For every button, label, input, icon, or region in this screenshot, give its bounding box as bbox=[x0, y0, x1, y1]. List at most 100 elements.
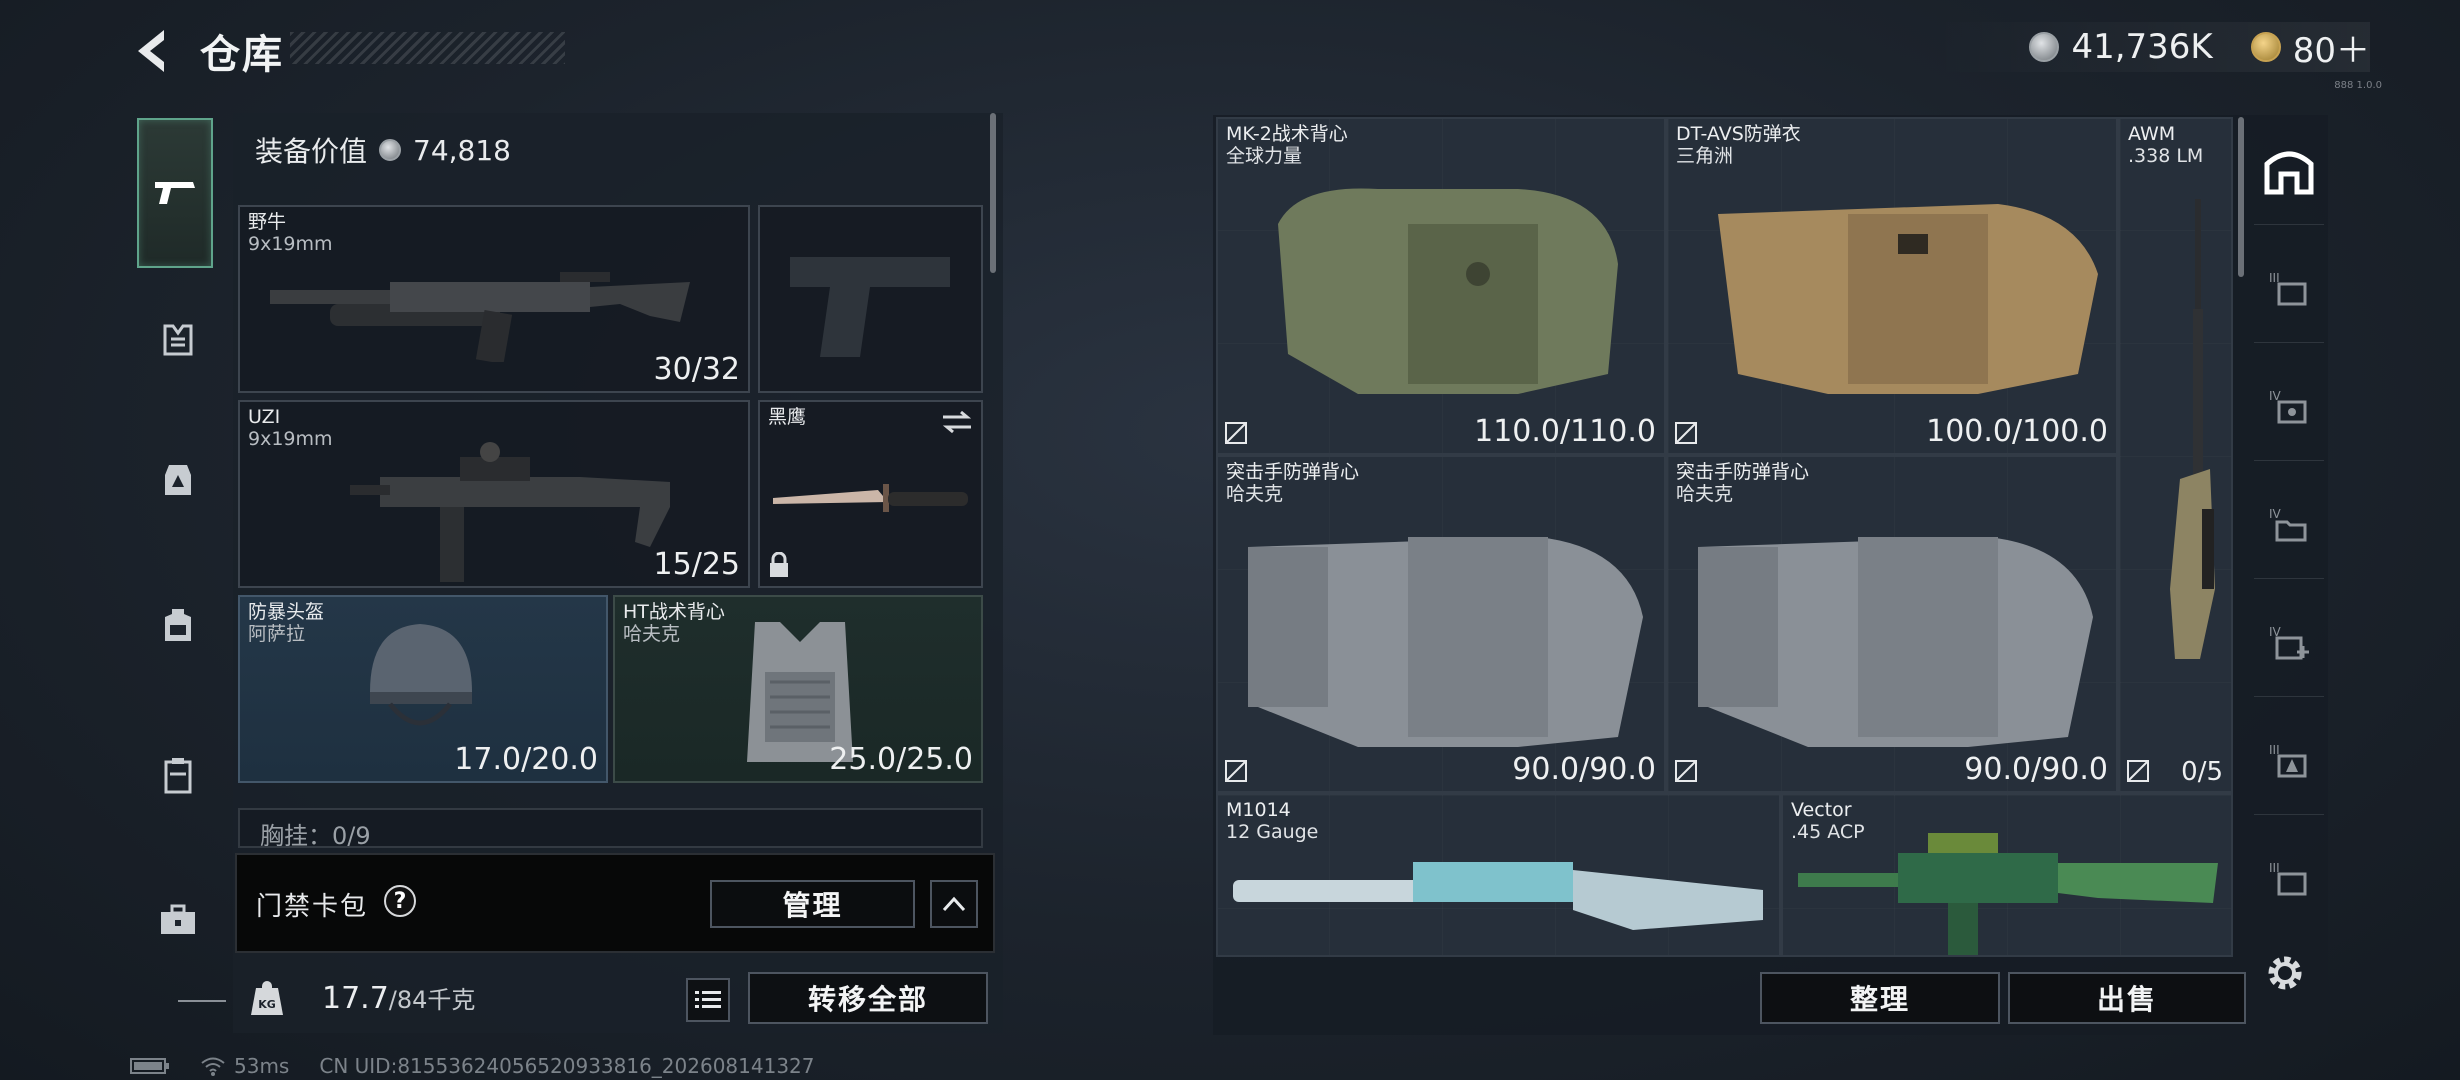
storage-tier-iii-rig-icon: III bbox=[2269, 743, 2307, 777]
storage-tier-iv-medical-icon: IV bbox=[2269, 625, 2309, 659]
tab-all[interactable] bbox=[2254, 115, 2324, 225]
knife-image bbox=[773, 484, 968, 512]
silver-coin-icon bbox=[2029, 32, 2060, 62]
storage-tier-iv-icon: IV bbox=[2269, 389, 2307, 423]
nav-armor[interactable] bbox=[143, 305, 213, 375]
item-name: DT-AVS防弹衣 bbox=[1676, 123, 1801, 145]
page-title: 仓库 bbox=[200, 32, 284, 78]
storage-item[interactable]: 突击手防弹背心 哈夫克 90.0/90.0 bbox=[1216, 455, 1666, 793]
nav-divider bbox=[178, 1000, 226, 1002]
uid: CN UID:81553624056520933816_202608141327 bbox=[319, 1054, 815, 1078]
armor-slot[interactable]: HT战术背心 哈夫克 25.0/25.0 bbox=[613, 595, 983, 783]
lock-icon bbox=[770, 552, 788, 577]
vector-smg-image bbox=[1798, 833, 2218, 955]
list-icon bbox=[695, 991, 721, 1008]
chevron-up-icon bbox=[942, 896, 966, 912]
storage-tier-iii-icon: III bbox=[2269, 271, 2307, 305]
rig-icon bbox=[165, 465, 191, 495]
backpack-icon bbox=[165, 609, 191, 641]
tab-storage-iv-b[interactable]: IV bbox=[2254, 469, 2324, 579]
weight-icon: KG bbox=[251, 981, 283, 1015]
list-view-button[interactable] bbox=[686, 978, 730, 1022]
secondary-weapon-caliber: 9x19mm bbox=[248, 428, 333, 450]
item-durability: 0/5 bbox=[2181, 757, 2223, 787]
back-arrow-icon[interactable] bbox=[128, 26, 178, 76]
storage-item[interactable]: 突击手防弹背心 哈夫克 90.0/90.0 bbox=[1666, 455, 2118, 793]
item-durability: 90.0/90.0 bbox=[1964, 752, 2108, 787]
storage-item[interactable]: AWM .338 LM 0/5 bbox=[2118, 117, 2233, 793]
battery-icon bbox=[130, 1058, 169, 1074]
nav-case[interactable] bbox=[143, 740, 213, 810]
item-name: 突击手防弹背心 bbox=[1676, 461, 1810, 483]
item-brand: 哈夫克 bbox=[1226, 483, 1284, 505]
swap-icon[interactable] bbox=[941, 410, 973, 434]
vest-image bbox=[1278, 188, 1618, 394]
pistol-placeholder-icon bbox=[790, 257, 950, 357]
nav-weapons[interactable] bbox=[137, 118, 213, 268]
armor-name: HT战术背心 bbox=[623, 601, 725, 623]
storage-item[interactable]: MK-2战术背心 全球力量 110.0/110.0 bbox=[1216, 117, 1666, 455]
tab-storage-iv-a[interactable]: IV bbox=[2254, 351, 2324, 461]
manage-button[interactable]: 管理 bbox=[710, 880, 915, 928]
nav-rig[interactable] bbox=[143, 445, 213, 515]
home-storage-icon bbox=[2264, 151, 2314, 194]
sort-button[interactable]: 整理 bbox=[1760, 972, 2000, 1024]
item-name: Vector bbox=[1791, 799, 1852, 821]
tab-storage-iii-a[interactable]: III bbox=[2254, 233, 2324, 343]
item-brand: .338 LM bbox=[2128, 145, 2204, 167]
tab-storage-iii-b[interactable]: III bbox=[2254, 705, 2324, 815]
sell-button[interactable]: 出售 bbox=[2008, 972, 2246, 1024]
secondary-weapon-ammo: 15/25 bbox=[653, 547, 740, 582]
item-name: AWM bbox=[2128, 123, 2176, 145]
item-durability: 110.0/110.0 bbox=[1474, 414, 1656, 449]
primary-weapon-slot[interactable]: 野牛 9x19mm 30/32 bbox=[238, 205, 750, 393]
no-insurance-icon bbox=[1225, 422, 1247, 444]
transfer-all-button[interactable]: 转移全部 bbox=[748, 972, 988, 1024]
storage-tabs: III IV IV IV III III bbox=[2250, 115, 2328, 965]
tab-storage-iv-c[interactable]: IV bbox=[2254, 587, 2324, 697]
storage-item[interactable]: DT-AVS防弹衣 三角洲 100.0/100.0 bbox=[1666, 117, 2118, 455]
help-icon[interactable]: ? bbox=[384, 885, 416, 917]
expand-button[interactable] bbox=[930, 880, 978, 928]
chest-hang-row[interactable]: 胸挂：0/9 bbox=[238, 808, 983, 848]
gold-amount[interactable]: 80＋ bbox=[2293, 23, 2370, 72]
gold-coin-icon bbox=[2250, 32, 2281, 62]
helmet-durability: 17.0/20.0 bbox=[454, 742, 598, 777]
nav-backpack[interactable] bbox=[143, 590, 213, 660]
pistol-slot[interactable] bbox=[758, 205, 983, 393]
tab-storage-iii-c[interactable]: III bbox=[2254, 823, 2324, 933]
nav-toolbox[interactable] bbox=[143, 885, 213, 955]
storage-scrollbar[interactable] bbox=[2238, 117, 2244, 277]
storage-tier-iv-folder-icon: IV bbox=[2269, 507, 2307, 541]
armor-durability: 25.0/25.0 bbox=[829, 742, 973, 777]
status-bar: 53ms CN UID:81553624056520933816_2026081… bbox=[130, 1054, 815, 1078]
no-insurance-icon bbox=[2127, 760, 2149, 782]
vest-image bbox=[1248, 537, 1643, 747]
helmet-name: 防暴头盔 bbox=[248, 601, 325, 623]
toolbox-icon bbox=[161, 904, 195, 934]
melee-slot[interactable]: 黑鹰 bbox=[758, 400, 983, 588]
no-insurance-icon bbox=[1675, 760, 1697, 782]
gear-icon[interactable] bbox=[2262, 950, 2308, 996]
uzi-image bbox=[350, 442, 670, 582]
melee-name: 黑鹰 bbox=[768, 406, 807, 428]
item-brand: 三角洲 bbox=[1676, 145, 1734, 167]
storage-item[interactable]: Vector .45 ACP bbox=[1781, 793, 2233, 957]
no-insurance-icon bbox=[1225, 760, 1247, 782]
equipment-scrollbar[interactable] bbox=[990, 113, 996, 273]
version-tag: 888 1.0.0 bbox=[2334, 80, 2382, 91]
silver-amount: 41,736K bbox=[2071, 27, 2213, 67]
title-stripe bbox=[290, 32, 565, 64]
svg-text:KG: KG bbox=[258, 998, 276, 1011]
secondary-weapon-slot[interactable]: UZI 9x19mm 15/25 bbox=[238, 400, 750, 588]
vest-image bbox=[1698, 537, 2093, 747]
ping: 53ms bbox=[234, 1054, 290, 1078]
helmet-brand: 阿萨拉 bbox=[248, 623, 306, 645]
helmet-slot[interactable]: 防暴头盔 阿萨拉 17.0/20.0 bbox=[238, 595, 608, 783]
item-brand: 12 Gauge bbox=[1226, 821, 1319, 843]
item-durability: 100.0/100.0 bbox=[1926, 414, 2108, 449]
chest-hang-label: 胸挂：0/9 bbox=[260, 822, 371, 848]
vest-icon bbox=[163, 324, 193, 356]
storage-item[interactable]: M1014 12 Gauge bbox=[1216, 793, 1781, 957]
silver-coin-icon bbox=[379, 139, 402, 161]
